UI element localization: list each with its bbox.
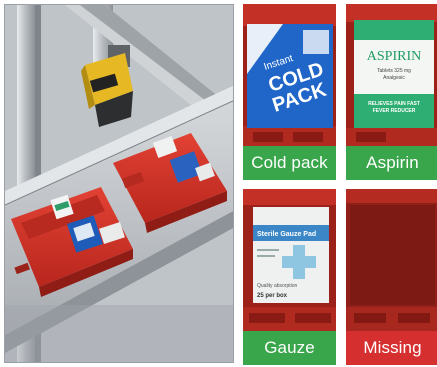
inspection-tile-gauze: Sterile Gauze Pad Quality absorption 25 … xyxy=(243,189,336,365)
aspirin-box-text: Tablets 325 mg xyxy=(377,68,411,74)
gauze-box-text: 25 per box xyxy=(257,293,288,299)
aspirin-box-title: ASPIRIN xyxy=(367,49,421,64)
gauze-box-text: Quality absorption xyxy=(257,283,298,289)
tile-caption-gauze: Gauze xyxy=(243,331,336,365)
inspection-tile-aspirin: ASPIRIN Tablets 325 mg Analgesic RELIEVE… xyxy=(346,4,437,180)
tile-caption-aspirin: Aspirin xyxy=(346,146,437,180)
inspection-tile-cold-pack: Instant COLD PACK Cold pack xyxy=(243,4,336,180)
conveyor-scene-photo xyxy=(4,4,234,363)
tile-caption-missing: Missing xyxy=(346,331,437,365)
aspirin-box-text: Analgesic xyxy=(383,75,405,81)
aspirin-box-text: FEVER REDUCER xyxy=(373,108,416,114)
aspirin-box-text: RELIEVES PAIN FAST xyxy=(368,101,420,107)
tile-caption-cold-pack: Cold pack xyxy=(243,146,336,180)
gauze-box-title: Sterile Gauze Pad xyxy=(257,231,316,238)
inspection-tile-missing: Missing xyxy=(346,189,437,365)
